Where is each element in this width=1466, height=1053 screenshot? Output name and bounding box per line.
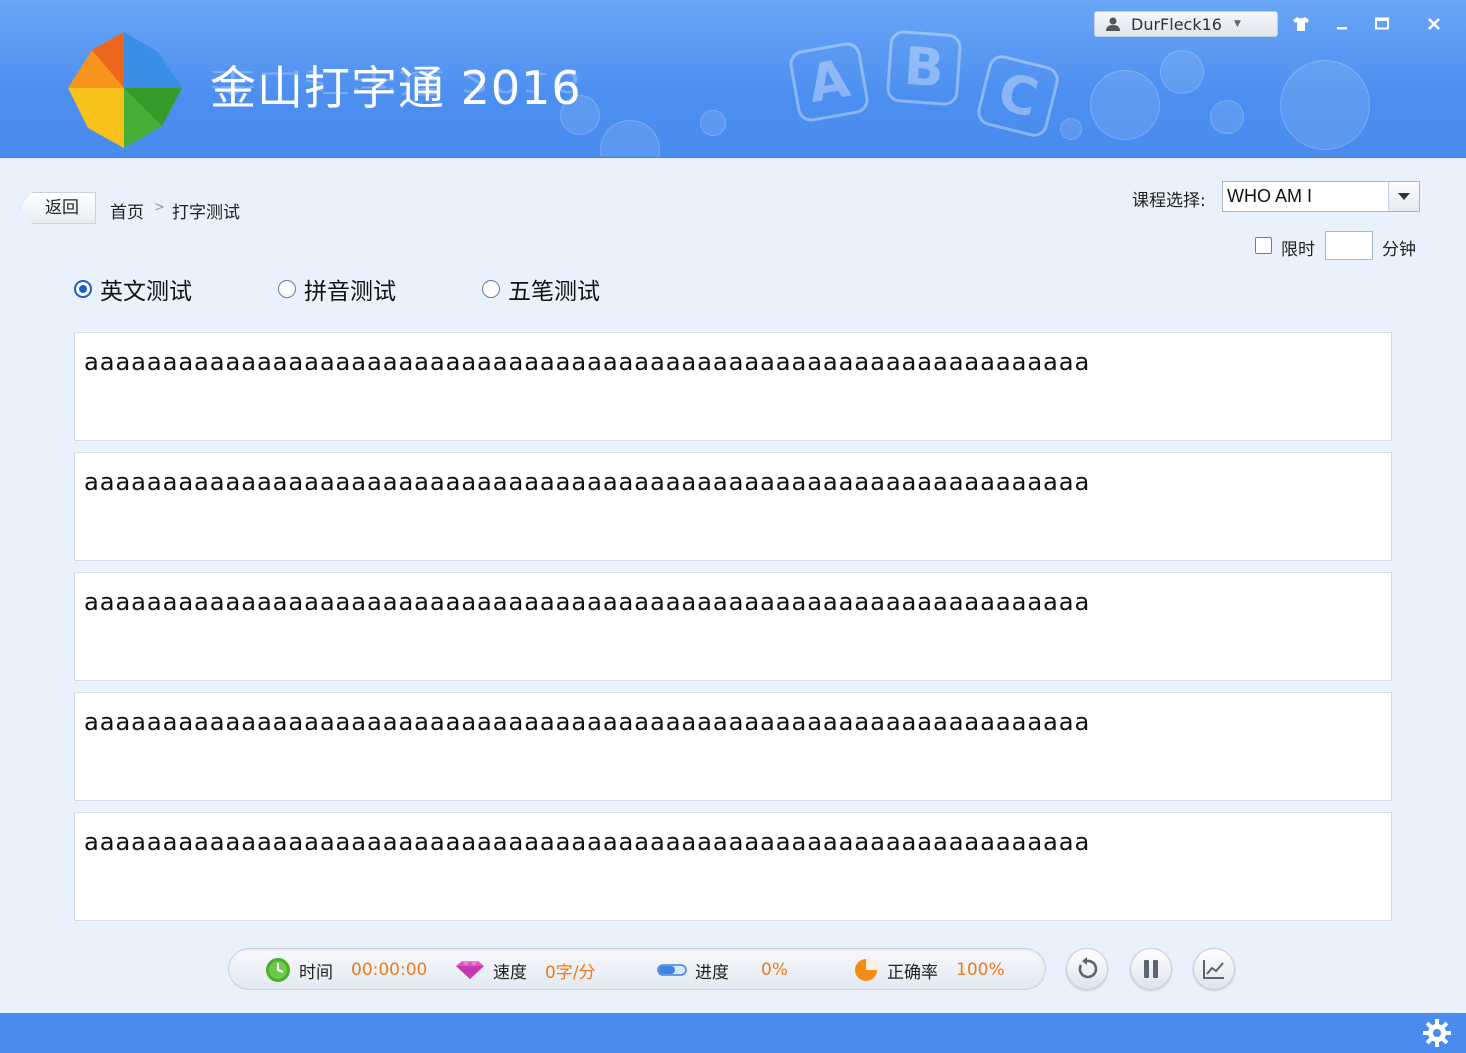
typing-text-line: aaaaaaaaaaaaaaaaaaaaaaaaaaaaaaaaaaaaaaaa…: [84, 588, 1091, 616]
typing-text-box[interactable]: aaaaaaaaaaaaaaaaaaaaaaaaaaaaaaaaaaaaaaaa…: [74, 692, 1392, 801]
time-limit-input[interactable]: [1325, 231, 1373, 260]
stat-value: 0%: [761, 960, 788, 980]
gem-icon: [456, 961, 484, 979]
course-select-value: WHO AM I: [1227, 186, 1312, 206]
decor-bubble: [1210, 100, 1244, 134]
maximize-icon: [1375, 17, 1389, 30]
stat-label: 进度: [695, 962, 729, 983]
radio-selected-icon: [74, 280, 92, 298]
stat-progress: 进度 0%: [657, 949, 788, 991]
gear-icon[interactable]: [1422, 1018, 1452, 1048]
report-button[interactable]: [1193, 948, 1235, 990]
maximize-button[interactable]: [1367, 10, 1397, 38]
typing-text-line: aaaaaaaaaaaaaaaaaaaaaaaaaaaaaaaaaaaaaaaa…: [84, 348, 1091, 376]
back-button[interactable]: 返回: [20, 192, 96, 224]
restart-button[interactable]: [1066, 948, 1108, 990]
user-icon: [1106, 17, 1120, 31]
decor-bubble: [1090, 70, 1160, 140]
typing-text-line: aaaaaaaaaaaaaaaaaaaaaaaaaaaaaaaaaaaaaaaa…: [84, 468, 1091, 496]
time-limit-checkbox[interactable]: [1255, 237, 1272, 254]
restart-icon: [1078, 957, 1098, 979]
radio-label: 拼音测试: [304, 279, 396, 305]
stat-value: 0字/分: [545, 962, 596, 983]
close-icon: [1428, 18, 1440, 30]
stat-value: 00:00:00: [351, 960, 428, 980]
breadcrumb-separator: >: [154, 200, 165, 215]
breadcrumb-current: 打字测试: [172, 203, 240, 223]
typing-text-box[interactable]: aaaaaaaaaaaaaaaaaaaaaaaaaaaaaaaaaaaaaaaa…: [74, 572, 1392, 681]
breadcrumb-home[interactable]: 首页: [110, 198, 144, 223]
chevron-down-icon: ▼: [1233, 19, 1241, 29]
shirt-icon: [1293, 17, 1309, 31]
clock-icon: [266, 958, 290, 982]
decor-bubble: [700, 110, 726, 136]
radio-wubi-test[interactable]: 五笔测试: [482, 272, 600, 306]
minimize-icon: [1337, 27, 1347, 30]
username: DurFleck16: [1131, 14, 1222, 34]
skin-button[interactable]: [1286, 10, 1316, 38]
pause-button[interactable]: [1130, 948, 1172, 990]
radio-label: 五笔测试: [508, 279, 600, 305]
minutes-label: 分钟: [1382, 240, 1416, 260]
radio-english-test[interactable]: 英文测试: [74, 272, 192, 306]
user-menu[interactable]: DurFleck16 ▼: [1094, 11, 1278, 37]
decor-bubble: [1280, 60, 1370, 150]
app-title-reflection: 金山打字通 2016: [210, 66, 582, 99]
status-footer: [0, 1013, 1466, 1053]
radio-unselected-icon: [278, 280, 296, 298]
block-a-icon: A: [787, 40, 871, 124]
progress-icon: [657, 964, 687, 976]
course-label: 课程选择:: [1132, 191, 1206, 211]
typing-text-line: aaaaaaaaaaaaaaaaaaaaaaaaaaaaaaaaaaaaaaaa…: [84, 828, 1091, 856]
time-limit-label: 限时: [1281, 240, 1315, 260]
dropdown-button[interactable]: [1388, 182, 1419, 211]
stat-time: 时间 00:00:00: [265, 949, 427, 991]
pie-icon: [855, 959, 877, 981]
radio-pinyin-test[interactable]: 拼音测试: [278, 272, 396, 306]
decor-bubble: [1160, 50, 1204, 94]
typing-text-line: aaaaaaaaaaaaaaaaaaaaaaaaaaaaaaaaaaaaaaaa…: [84, 708, 1091, 736]
typing-text-box[interactable]: aaaaaaaaaaaaaaaaaaaaaaaaaaaaaaaaaaaaaaaa…: [74, 332, 1392, 441]
app-logo-icon: [68, 32, 182, 148]
chart-icon: [1203, 960, 1224, 979]
stat-label: 时间: [299, 962, 333, 983]
typing-text-box[interactable]: aaaaaaaaaaaaaaaaaaaaaaaaaaaaaaaaaaaaaaaa…: [74, 452, 1392, 561]
typing-text-box[interactable]: aaaaaaaaaaaaaaaaaaaaaaaaaaaaaaaaaaaaaaaa…: [74, 812, 1392, 921]
radio-unselected-icon: [482, 280, 500, 298]
stat-label: 正确率: [887, 962, 938, 983]
stats-bar: 时间 00:00:00 速度 0字/分 进度 0% 正确率 100%: [228, 948, 1046, 990]
decor-bubble: [600, 120, 660, 157]
stat-value: 100%: [956, 960, 1005, 980]
stat-accuracy: 正确率 100%: [853, 949, 1005, 991]
radio-label: 英文测试: [100, 279, 192, 305]
stat-speed: 速度 0字/分: [455, 949, 596, 991]
stat-label: 速度: [493, 962, 527, 983]
decor-bubble: [1060, 118, 1082, 140]
course-select[interactable]: WHO AM I: [1222, 181, 1420, 212]
close-button[interactable]: [1419, 10, 1449, 38]
chevron-down-icon: [1398, 193, 1410, 200]
app-header: A B C 金山打字通 2016 金山打字通 2016 DurFleck16 ▼: [0, 0, 1466, 158]
minimize-button[interactable]: [1327, 10, 1357, 38]
pause-icon: [1144, 960, 1158, 978]
block-c-icon: C: [974, 52, 1062, 140]
block-b-icon: B: [885, 29, 963, 107]
